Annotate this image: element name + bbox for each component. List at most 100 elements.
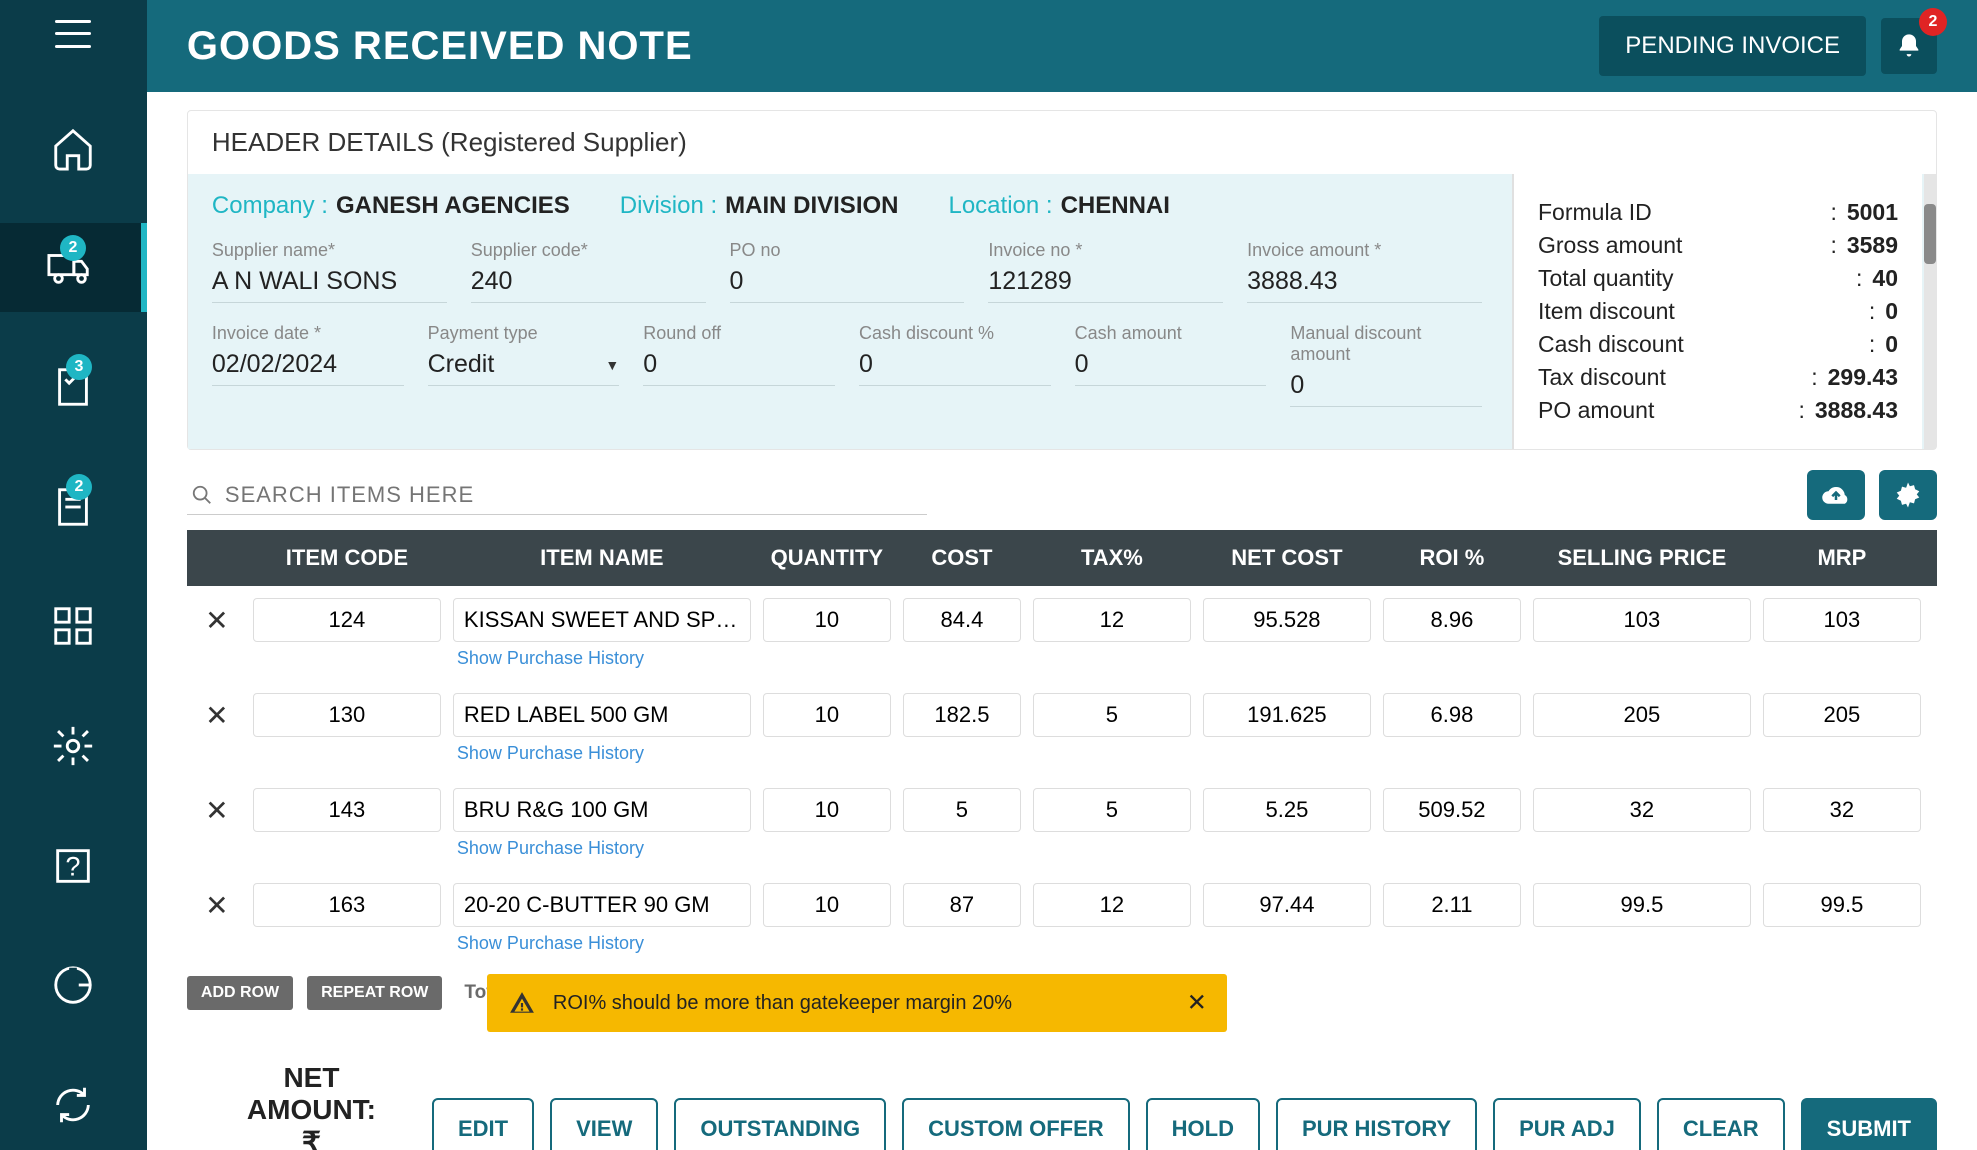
cost-cell[interactable]: 5 xyxy=(903,788,1021,832)
notifications-badge: 2 xyxy=(1919,8,1947,36)
tax-cell[interactable]: 5 xyxy=(1033,788,1191,832)
roi-cell[interactable]: 2.11 xyxy=(1383,883,1521,927)
roi-cell[interactable]: 509.52 xyxy=(1383,788,1521,832)
purchase-history-link[interactable]: Show Purchase History xyxy=(447,743,757,764)
netcost-cell[interactable]: 191.625 xyxy=(1203,693,1371,737)
nav-goods[interactable]: 2 xyxy=(0,223,147,313)
settings-button[interactable] xyxy=(1879,470,1937,520)
nav-logout[interactable] xyxy=(0,941,147,1031)
purchase-history-link[interactable]: Show Purchase History xyxy=(447,648,757,669)
field-value[interactable]: 0 xyxy=(730,267,965,303)
sellingprice-cell[interactable]: 99.5 xyxy=(1533,883,1751,927)
netcost-cell[interactable]: 97.44 xyxy=(1203,883,1371,927)
item-name-cell[interactable]: KISSAN SWEET AND SPICY S xyxy=(453,598,751,642)
add-row-button[interactable]: ADD ROW xyxy=(187,976,293,1010)
roi-cell[interactable]: 8.96 xyxy=(1383,598,1521,642)
close-alert-icon[interactable]: ✕ xyxy=(1187,989,1207,1018)
item-code-cell[interactable]: 130 xyxy=(253,693,441,737)
table-header-cell: ITEM CODE xyxy=(247,545,447,571)
pending-invoice-button[interactable]: PENDING INVOICE xyxy=(1599,16,1866,76)
clear-button[interactable]: CLEAR xyxy=(1657,1098,1785,1150)
delete-row-icon[interactable]: ✕ xyxy=(187,598,247,637)
nav-settings[interactable] xyxy=(0,701,147,791)
sellingprice-cell[interactable]: 103 xyxy=(1533,598,1751,642)
quantity-cell[interactable]: 10 xyxy=(763,693,891,737)
nav-grid[interactable] xyxy=(0,582,147,672)
tax-cell[interactable]: 12 xyxy=(1033,598,1191,642)
repeat-row-button[interactable]: REPEAT ROW xyxy=(307,976,442,1010)
nav-help[interactable]: ? xyxy=(0,821,147,911)
item-name-cell[interactable]: 20-20 C-BUTTER 90 GM xyxy=(453,883,751,927)
cloud-upload-icon xyxy=(1821,480,1851,510)
view-button[interactable]: VIEW xyxy=(550,1098,658,1150)
tax-cell[interactable]: 12 xyxy=(1033,883,1191,927)
field-value[interactable]: 0 xyxy=(1075,350,1267,386)
tax-cell[interactable]: 5 xyxy=(1033,693,1191,737)
item-name-cell[interactable]: RED LABEL 500 GM xyxy=(453,693,751,737)
mrp-cell[interactable]: 205 xyxy=(1763,693,1921,737)
field-value[interactable]: A N WALI SONS xyxy=(212,267,447,303)
purchase-history-link[interactable]: Show Purchase History xyxy=(447,933,757,954)
sellingprice-cell[interactable]: 32 xyxy=(1533,788,1751,832)
field-value[interactable]: 0 xyxy=(643,350,835,386)
nav-checklist[interactable]: 3 xyxy=(0,342,147,432)
purchase-history-link[interactable]: Show Purchase History xyxy=(447,838,757,859)
field-label: Payment type xyxy=(428,323,620,344)
item-name-cell[interactable]: BRU R&G 100 GM xyxy=(453,788,751,832)
field-label: Invoice date * xyxy=(212,323,404,344)
field-value[interactable]: Credit▼ xyxy=(428,350,620,386)
search-items-input[interactable] xyxy=(225,482,923,508)
notifications-button[interactable]: 2 xyxy=(1881,18,1937,74)
header-scrollbar[interactable] xyxy=(1924,174,1936,449)
summary-value: 299.43 xyxy=(1828,364,1898,390)
warning-icon xyxy=(509,990,535,1016)
delete-row-icon[interactable]: ✕ xyxy=(187,883,247,922)
cost-cell[interactable]: 87 xyxy=(903,883,1021,927)
field-value[interactable]: 121289 xyxy=(988,267,1223,303)
custom-offer-button[interactable]: CUSTOM OFFER xyxy=(902,1098,1130,1150)
pur-history-button[interactable]: PUR HISTORY xyxy=(1276,1098,1477,1150)
summary-label: Item discount xyxy=(1538,298,1675,325)
netcost-cell[interactable]: 5.25 xyxy=(1203,788,1371,832)
mrp-cell[interactable]: 32 xyxy=(1763,788,1921,832)
item-code-cell[interactable]: 124 xyxy=(253,598,441,642)
summary-line: Tax discount:299.43 xyxy=(1538,361,1898,394)
quantity-cell[interactable]: 10 xyxy=(763,883,891,927)
item-code-cell[interactable]: 163 xyxy=(253,883,441,927)
summary-label: Total quantity xyxy=(1538,265,1674,292)
quantity-cell[interactable]: 10 xyxy=(763,598,891,642)
cost-cell[interactable]: 84.4 xyxy=(903,598,1021,642)
field-value[interactable]: 0 xyxy=(1290,371,1482,407)
field-value[interactable]: 02/02/2024 xyxy=(212,350,404,386)
submit-button[interactable]: SUBMIT xyxy=(1801,1098,1937,1150)
cost-cell[interactable]: 182.5 xyxy=(903,693,1021,737)
netcost-cell[interactable]: 95.528 xyxy=(1203,598,1371,642)
hamburger-menu-icon[interactable] xyxy=(55,20,91,48)
nav-sync[interactable] xyxy=(0,1060,147,1150)
pur-adj-button[interactable]: PUR ADJ xyxy=(1493,1098,1641,1150)
delete-row-icon[interactable]: ✕ xyxy=(187,693,247,732)
field-value[interactable]: 0 xyxy=(859,350,1051,386)
field-value[interactable]: 240 xyxy=(471,267,706,303)
mrp-cell[interactable]: 99.5 xyxy=(1763,883,1921,927)
edit-button[interactable]: EDIT xyxy=(432,1098,534,1150)
item-code-cell[interactable]: 143 xyxy=(253,788,441,832)
location-label: Location : xyxy=(948,192,1052,220)
form-field: PO no0 xyxy=(730,240,965,303)
outstanding-button[interactable]: OUTSTANDING xyxy=(674,1098,886,1150)
nav-doc[interactable]: 2 xyxy=(0,462,147,552)
hold-button[interactable]: HOLD xyxy=(1146,1098,1260,1150)
field-label: Manual discount amount xyxy=(1290,323,1482,365)
roi-cell[interactable]: 6.98 xyxy=(1383,693,1521,737)
field-label: Supplier code* xyxy=(471,240,706,261)
upload-button[interactable] xyxy=(1807,470,1865,520)
field-value[interactable]: 3888.43 xyxy=(1247,267,1482,303)
sellingprice-cell[interactable]: 205 xyxy=(1533,693,1751,737)
mrp-cell[interactable]: 103 xyxy=(1763,598,1921,642)
form-field: Invoice amount *3888.43 xyxy=(1247,240,1482,303)
nav-home[interactable] xyxy=(0,103,147,193)
quantity-cell[interactable]: 10 xyxy=(763,788,891,832)
form-field: Supplier name*A N WALI SONS xyxy=(212,240,447,303)
table-row: ✕143 BRU R&G 100 GM Show Purchase History 1… xyxy=(187,776,1937,871)
delete-row-icon[interactable]: ✕ xyxy=(187,788,247,827)
